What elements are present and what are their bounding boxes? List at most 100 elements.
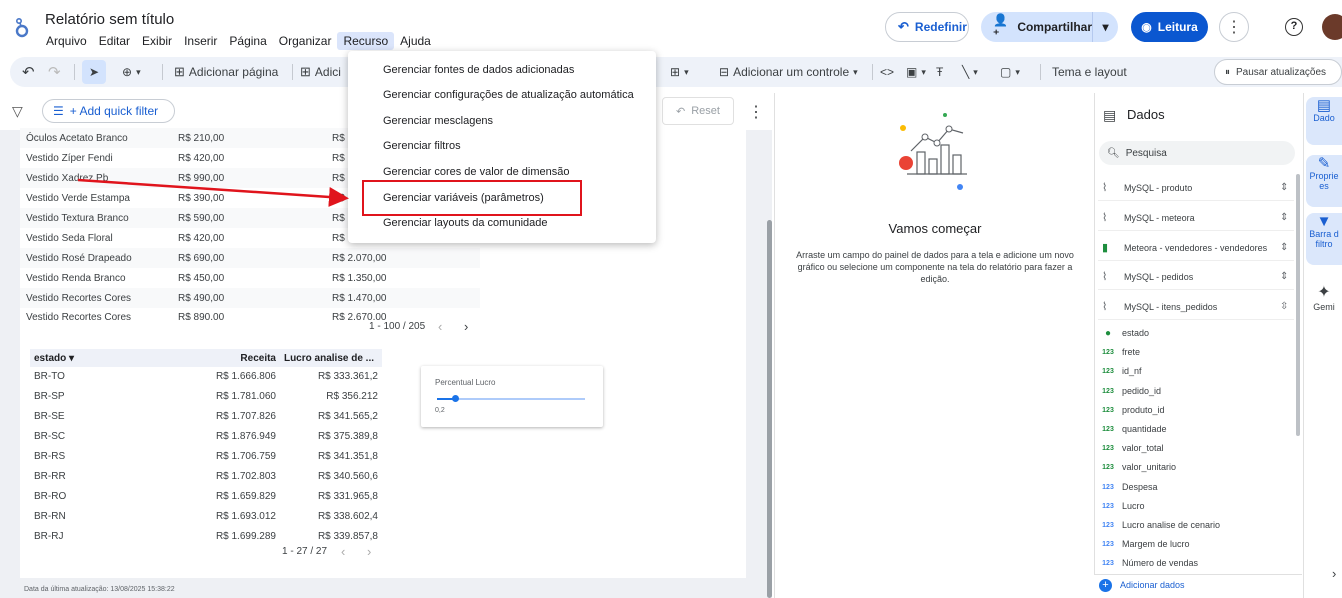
menu-item-manage-blends[interactable]: Gerenciar mesclagens bbox=[383, 115, 493, 127]
field-item[interactable]: 123 Despesa bbox=[1100, 478, 1157, 496]
add-data-button[interactable]: ⊞ Adici bbox=[300, 57, 341, 87]
more-options-icon[interactable]: ⋮ bbox=[1219, 12, 1249, 42]
prev-page-icon[interactable]: ‹ bbox=[341, 544, 345, 559]
field-item[interactable]: 123 valor_unitario bbox=[1100, 458, 1176, 476]
avatar[interactable] bbox=[1322, 14, 1342, 40]
menu-editar[interactable]: Editar bbox=[93, 32, 136, 50]
add-page-button[interactable]: ⊞ Adicionar página bbox=[174, 57, 278, 87]
field-item[interactable]: 123 id_nf bbox=[1100, 362, 1141, 380]
rail-gemini-tab[interactable]: ✦ Gemi bbox=[1306, 282, 1342, 312]
slider-thumb[interactable] bbox=[451, 395, 459, 402]
table-row[interactable]: BR-RO R$ 1.659.829 R$ 331.965,8 bbox=[30, 486, 382, 506]
expand-icon[interactable]: ⇕ bbox=[1280, 212, 1294, 223]
percentual-lucro-slider[interactable]: Percentual Lucro 0,2 bbox=[421, 366, 603, 427]
line-icon[interactable]: ╲ ▾ bbox=[962, 57, 978, 87]
table-row[interactable]: Vestido Renda Branco R$ 450,00 R$ 1.350,00 bbox=[20, 268, 480, 288]
shape-icon[interactable]: ▢ ▾ bbox=[1000, 57, 1020, 87]
reset-filters-button[interactable]: ↶ Reset bbox=[662, 97, 734, 125]
embed-code-icon[interactable]: <> bbox=[880, 57, 894, 87]
next-page-icon[interactable]: › bbox=[464, 319, 468, 334]
add-chart-button[interactable]: ⊞ ▾ bbox=[670, 57, 689, 87]
reset-report-button[interactable]: ↶ Redefinir bbox=[885, 12, 969, 42]
menu-item-manage-datasources[interactable]: Gerenciar fontes de dados adicionadas bbox=[383, 64, 574, 76]
datasource-item[interactable]: ⌇ MySQL - meteora ⇕ bbox=[1098, 205, 1294, 231]
data-panel-scrollbar[interactable] bbox=[1296, 174, 1300, 436]
table-row[interactable]: BR-RJ R$ 1.699.289 R$ 339.857,8 bbox=[30, 526, 382, 546]
next-page-icon[interactable]: › bbox=[367, 544, 371, 559]
state-table-header[interactable]: estado ▾ Receita Lucro analise de ... bbox=[30, 349, 382, 367]
expand-icon[interactable]: ⇕ bbox=[1280, 182, 1294, 193]
collapse-icon[interactable]: ⇳ bbox=[1280, 301, 1294, 312]
rail-data-tab[interactable]: ▤ Dado bbox=[1306, 97, 1342, 145]
field-item[interactable]: 123 pedido_id bbox=[1100, 382, 1161, 400]
table-row[interactable]: Vestido Recortes Cores R$ 490,00 R$ 1.470,… bbox=[20, 288, 480, 308]
menu-recurso[interactable]: Recurso bbox=[337, 32, 395, 50]
theme-layout-button[interactable]: Tema e layout bbox=[1052, 57, 1127, 87]
redo-icon[interactable]: ↷ bbox=[48, 57, 61, 87]
field-item[interactable]: 123 Margem de lucro bbox=[1100, 535, 1189, 553]
table-row[interactable]: Vestido Rosé Drapeado R$ 690,00 R$ 2.070,0… bbox=[20, 248, 480, 268]
more-vert-icon[interactable]: ⋮ bbox=[748, 102, 764, 122]
filter-icon[interactable]: ▽ bbox=[12, 103, 23, 120]
field-item[interactable]: 123 quantidade bbox=[1100, 420, 1166, 438]
chevron-right-icon[interactable]: › bbox=[1332, 566, 1336, 581]
add-circle-icon[interactable]: + bbox=[1099, 579, 1112, 592]
header-receita[interactable]: Receita bbox=[240, 353, 276, 364]
image-icon[interactable]: ▣ ▾ bbox=[906, 57, 926, 87]
expand-icon[interactable]: ⇕ bbox=[1280, 271, 1294, 282]
data-search-input[interactable]: 🔍︎ Pesquisa bbox=[1099, 141, 1295, 165]
field-item[interactable]: 123 Lucro bbox=[1100, 497, 1144, 515]
menu-organizar[interactable]: Organizar bbox=[273, 32, 338, 50]
menu-exibir[interactable]: Exibir bbox=[136, 32, 178, 50]
datasource-item[interactable]: ⌇ MySQL - produto ⇕ bbox=[1098, 175, 1294, 201]
header-lucro[interactable]: Lucro analise de ... bbox=[284, 353, 374, 364]
menu-inserir[interactable]: Inserir bbox=[178, 32, 223, 50]
field-item[interactable]: ● estado bbox=[1100, 324, 1149, 342]
menu-item-manage-community-layouts[interactable]: Gerenciar layouts da comunidade bbox=[383, 217, 547, 229]
looker-studio-logo-icon[interactable] bbox=[12, 16, 32, 38]
rail-properties-tab[interactable]: ✎ Proprie es bbox=[1306, 155, 1342, 207]
text-icon[interactable]: Ŧ bbox=[936, 57, 943, 87]
field-item[interactable]: 123 Número de vendas bbox=[1100, 554, 1198, 572]
help-icon[interactable]: ? bbox=[1285, 18, 1303, 36]
datasource-item[interactable]: ▮ Meteora - vendedores - vendedores ⇕ bbox=[1098, 235, 1294, 261]
menu-pagina[interactable]: Página bbox=[223, 32, 272, 50]
datasource-item[interactable]: ⌇ MySQL - pedidos ⇕ bbox=[1098, 264, 1294, 290]
share-button[interactable]: 👤⁺ Compartilhar ▾ bbox=[981, 12, 1118, 42]
prev-page-icon[interactable]: ‹ bbox=[438, 319, 442, 334]
menu-item-manage-filters[interactable]: Gerenciar filtros bbox=[383, 140, 461, 152]
canvas-scrollbar[interactable] bbox=[767, 220, 772, 598]
menu-item-manage-dimension-colors[interactable]: Gerenciar cores de valor de dimensão bbox=[383, 166, 569, 178]
field-item[interactable]: 123 produto_id bbox=[1100, 401, 1164, 419]
add-quick-filter-button[interactable]: ☰ + Add quick filter bbox=[42, 99, 175, 123]
table-row[interactable]: BR-SC R$ 1.876.949 R$ 375.389,8 bbox=[30, 426, 382, 446]
expand-icon[interactable]: ⇕ bbox=[1280, 242, 1294, 253]
report-title[interactable]: Relatório sem título bbox=[45, 11, 174, 28]
table-row[interactable]: BR-SE R$ 1.707.826 R$ 341.565,2 bbox=[30, 406, 382, 426]
table-row[interactable]: BR-RS R$ 1.706.759 R$ 341.351,8 bbox=[30, 446, 382, 466]
datasource-item[interactable]: ⌇ MySQL - itens_pedidos ⇳ bbox=[1098, 294, 1294, 320]
header-estado[interactable]: estado ▾ bbox=[34, 353, 74, 364]
slider-track[interactable] bbox=[437, 395, 585, 402]
add-control-button[interactable]: ⊟ Adicionar um controle ▾ bbox=[719, 57, 858, 87]
menu-arquivo[interactable]: Arquivo bbox=[40, 32, 93, 50]
read-mode-button[interactable]: ◉ Leitura bbox=[1131, 12, 1208, 42]
field-item[interactable]: 123 Lucro analise de cenario bbox=[1100, 516, 1220, 534]
field-item[interactable]: 123 valor_total bbox=[1100, 439, 1163, 457]
table-row[interactable]: Vestido Recortes Cores R$ 890,00 R$ 2.670,… bbox=[20, 308, 480, 320]
table-row[interactable]: BR-RN R$ 1.693.012 R$ 338.602,4 bbox=[30, 506, 382, 526]
share-dropdown-chevron-icon[interactable]: ▾ bbox=[1092, 12, 1118, 42]
menu-ajuda[interactable]: Ajuda bbox=[394, 32, 437, 50]
table-row[interactable]: BR-TO R$ 1.666.806 R$ 333.361,2 bbox=[30, 366, 382, 386]
table-row[interactable]: BR-SP R$ 1.781.060 R$ 356.212 bbox=[30, 386, 382, 406]
field-item[interactable]: 123 frete bbox=[1100, 343, 1140, 361]
rail-filter-tab[interactable]: ▼ Barra d filtro bbox=[1306, 213, 1342, 265]
menu-item-manage-auto-refresh[interactable]: Gerenciar configurações de atualização a… bbox=[383, 89, 634, 101]
select-cursor-icon[interactable]: ➤ bbox=[82, 60, 106, 84]
zoom-icon[interactable]: ⊕ ▾ bbox=[122, 57, 141, 87]
pause-updates-button[interactable]: ⏸ Pausar atualizações bbox=[1214, 59, 1342, 85]
table-row[interactable]: BR-RR R$ 1.702.803 R$ 340.560,6 bbox=[30, 466, 382, 486]
undo-icon[interactable]: ↶ bbox=[22, 57, 35, 87]
number-icon: 123 bbox=[1102, 463, 1114, 471]
add-data-link[interactable]: Adicionar dados bbox=[1120, 580, 1185, 590]
